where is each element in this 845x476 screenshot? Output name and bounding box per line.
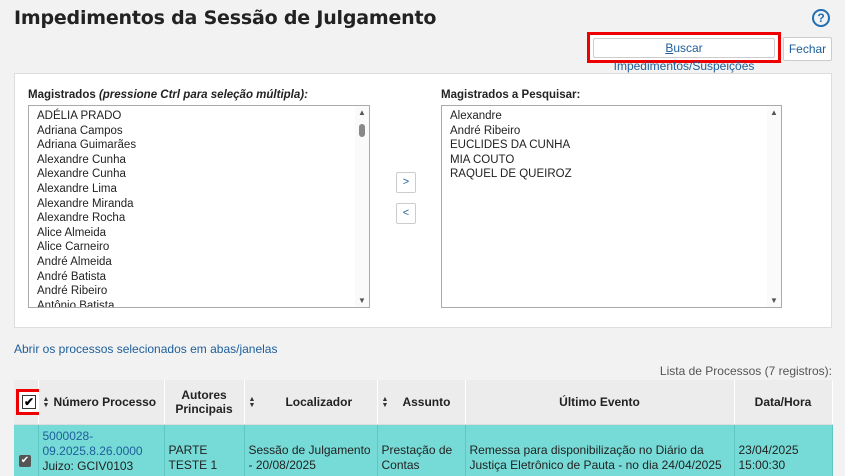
cell-evento: Remessa para disponibilização no Diário … [465, 424, 735, 476]
cell-data: 23/04/2025 15:00:30 [734, 424, 833, 476]
fechar-button[interactable]: Fechar [783, 37, 832, 61]
select-all-header: ✔ [14, 380, 42, 425]
scroll-up-icon[interactable]: ▲ [770, 108, 778, 117]
magistrados-label-text: Magistrados [28, 89, 99, 101]
cell-assunto: Prestação de Contas [377, 424, 466, 476]
header-assunto-label: Assunto [402, 394, 451, 409]
add-magistrado-button[interactable]: > [396, 172, 416, 193]
list-item[interactable]: Adriana Guimarães [29, 138, 369, 153]
header-data-label: Data/Hora [754, 394, 812, 409]
list-item[interactable]: André Almeida [29, 255, 369, 270]
list-item[interactable]: EUCLIDES DA CUNHA [442, 138, 781, 153]
open-selected-link[interactable]: Abrir os processos selecionados em abas/… [14, 342, 277, 356]
cell-juizo: Juizo: GCIV0103 [42, 458, 134, 473]
page-title: Impedimentos da Sessão de Julgamento [14, 7, 437, 29]
cell-localizador: Sessão de Julgamento - 20/08/2025 [244, 424, 378, 476]
header-localizador[interactable]: ▲ ▼ Localizador [244, 380, 378, 425]
page: Impedimentos da Sessão de Julgamento ? B… [0, 0, 845, 476]
records-count: Lista de Processos (7 registros): [659, 364, 832, 378]
buscar-impedimentos-button[interactable]: Buscar Impedimentos/Suspeições [593, 38, 775, 73]
header-numero-label: Número Processo [53, 394, 157, 409]
list-item[interactable]: Alexandre Rocha [29, 211, 369, 226]
table-row[interactable]: ✔ 5000028-09.2025.8.26.0000 Juizo: GCIV01… [14, 424, 833, 476]
list-item[interactable]: RAQUEL DE QUEIROZ [442, 167, 781, 182]
sort-icon[interactable]: ▲ ▼ [249, 396, 256, 409]
processo-link[interactable]: 5000028-09.2025.8.26.0000 [43, 429, 143, 458]
remove-magistrado-button[interactable]: < [396, 203, 416, 224]
list-item[interactable]: Alexandre Cunha [29, 167, 369, 182]
list-item[interactable]: André Ribeiro [442, 124, 781, 139]
sort-icon[interactable]: ▲ ▼ [43, 396, 50, 409]
list-item[interactable]: Alexandre Miranda [29, 197, 369, 212]
selection-panel: Magistrados (pressione Ctrl para seleção… [14, 73, 832, 328]
magistrados-label: Magistrados (pressione Ctrl para seleção… [28, 89, 308, 101]
row-checkbox-cell: ✔ [14, 424, 39, 476]
header-data: Data/Hora [734, 380, 833, 425]
pesquisar-listbox[interactable]: Alexandre André Ribeiro EUCLIDES DA CUNHA M… [441, 105, 782, 308]
magistrados-listbox[interactable]: ADÉLIA PRADO Adriana Campos Adriana Guimar… [28, 105, 370, 308]
list-item[interactable]: Adriana Campos [29, 124, 369, 139]
highlight-box-buscar: Buscar Impedimentos/Suspeições [587, 32, 781, 73]
list-item[interactable]: Alice Almeida [29, 226, 369, 241]
list-item[interactable]: Alexandre Lima [29, 182, 369, 197]
select-all-checkbox[interactable]: ✔ [22, 394, 36, 409]
cell-numero: 5000028-09.2025.8.26.0000 Juizo: GCIV0103 [38, 424, 165, 476]
header-localizador-label: Localizador [285, 394, 353, 409]
magistrados-label-hint: (pressione Ctrl para seleção múltipla): [98, 89, 308, 101]
scroll-down-icon[interactable]: ▼ [358, 296, 366, 305]
magistrados-scrollbar[interactable]: ▲ ▼ [355, 106, 369, 307]
list-item[interactable]: Antônio Batista [29, 299, 369, 307]
list-item[interactable]: Alexandre Cunha [29, 153, 369, 168]
buscar-label: uscar Impedimentos/Suspeições [613, 41, 755, 73]
list-item[interactable]: MIA COUTO [442, 153, 781, 168]
header-assunto[interactable]: ▲ ▼ Assunto [377, 380, 466, 425]
scroll-down-icon[interactable]: ▼ [770, 296, 778, 305]
pesquisar-scrollbar[interactable]: ▲ ▼ [767, 106, 781, 307]
list-item[interactable]: Alice Carneiro [29, 240, 369, 255]
header-evento: Último Evento [465, 380, 735, 425]
list-item[interactable]: ADÉLIA PRADO [29, 109, 369, 124]
list-item[interactable]: André Ribeiro [29, 284, 369, 299]
header-evento-label: Último Evento [559, 394, 640, 409]
sort-icon[interactable]: ▲ ▼ [382, 396, 389, 409]
processos-table: ✔ ▲ ▼ Número Processo Autores Principais ▲… [14, 380, 833, 476]
help-circle-icon[interactable]: ? [812, 9, 830, 27]
header-autores-label: Autores Principais [175, 387, 233, 416]
list-item[interactable]: Alexandre [442, 109, 781, 124]
cell-autores: PARTE TESTE 1 [164, 424, 245, 476]
header-autores: Autores Principais [164, 380, 245, 425]
list-item[interactable]: André Batista [29, 270, 369, 285]
scroll-thumb[interactable] [359, 124, 365, 137]
header-numero[interactable]: ▲ ▼ Número Processo [38, 380, 165, 425]
row-checkbox[interactable]: ✔ [19, 454, 31, 467]
scroll-up-icon[interactable]: ▲ [358, 108, 366, 117]
pesquisar-label: Magistrados a Pesquisar: [441, 89, 581, 101]
